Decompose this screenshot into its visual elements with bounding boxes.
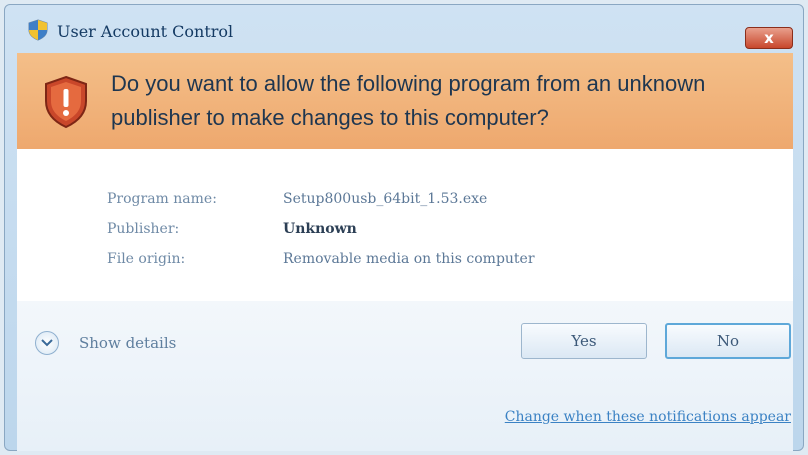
file-origin-label: File origin: <box>107 251 186 267</box>
yes-button[interactable]: Yes <box>521 323 647 359</box>
window-title: User Account Control <box>57 22 234 41</box>
uac-dialog: User Account Control x Do you want to al… <box>4 4 804 451</box>
program-details: Program name: Setup800usb_64bit_1.53.exe… <box>17 149 793 301</box>
publisher-value: Unknown <box>283 221 357 237</box>
close-button[interactable]: x <box>745 27 793 49</box>
change-notifications-link[interactable]: Change when these notifications appear <box>505 409 791 425</box>
uac-shield-icon <box>28 19 48 41</box>
show-details-button[interactable]: Show details <box>35 331 176 355</box>
chevron-down-icon[interactable] <box>35 331 59 355</box>
warning-shield-icon <box>45 75 87 129</box>
publisher-label: Publisher: <box>107 221 180 237</box>
file-origin-value: Removable media on this computer <box>283 251 535 267</box>
program-name-value: Setup800usb_64bit_1.53.exe <box>283 191 488 207</box>
title-bar: User Account Control x <box>5 5 803 49</box>
uac-question: Do you want to allow the following progr… <box>111 71 706 130</box>
warning-banner: Do you want to allow the following progr… <box>17 53 793 149</box>
show-details-label[interactable]: Show details <box>79 334 176 352</box>
dialog-footer: Show details Yes No Change when these no… <box>17 301 793 451</box>
program-name-label: Program name: <box>107 191 217 207</box>
no-button[interactable]: No <box>665 323 791 359</box>
